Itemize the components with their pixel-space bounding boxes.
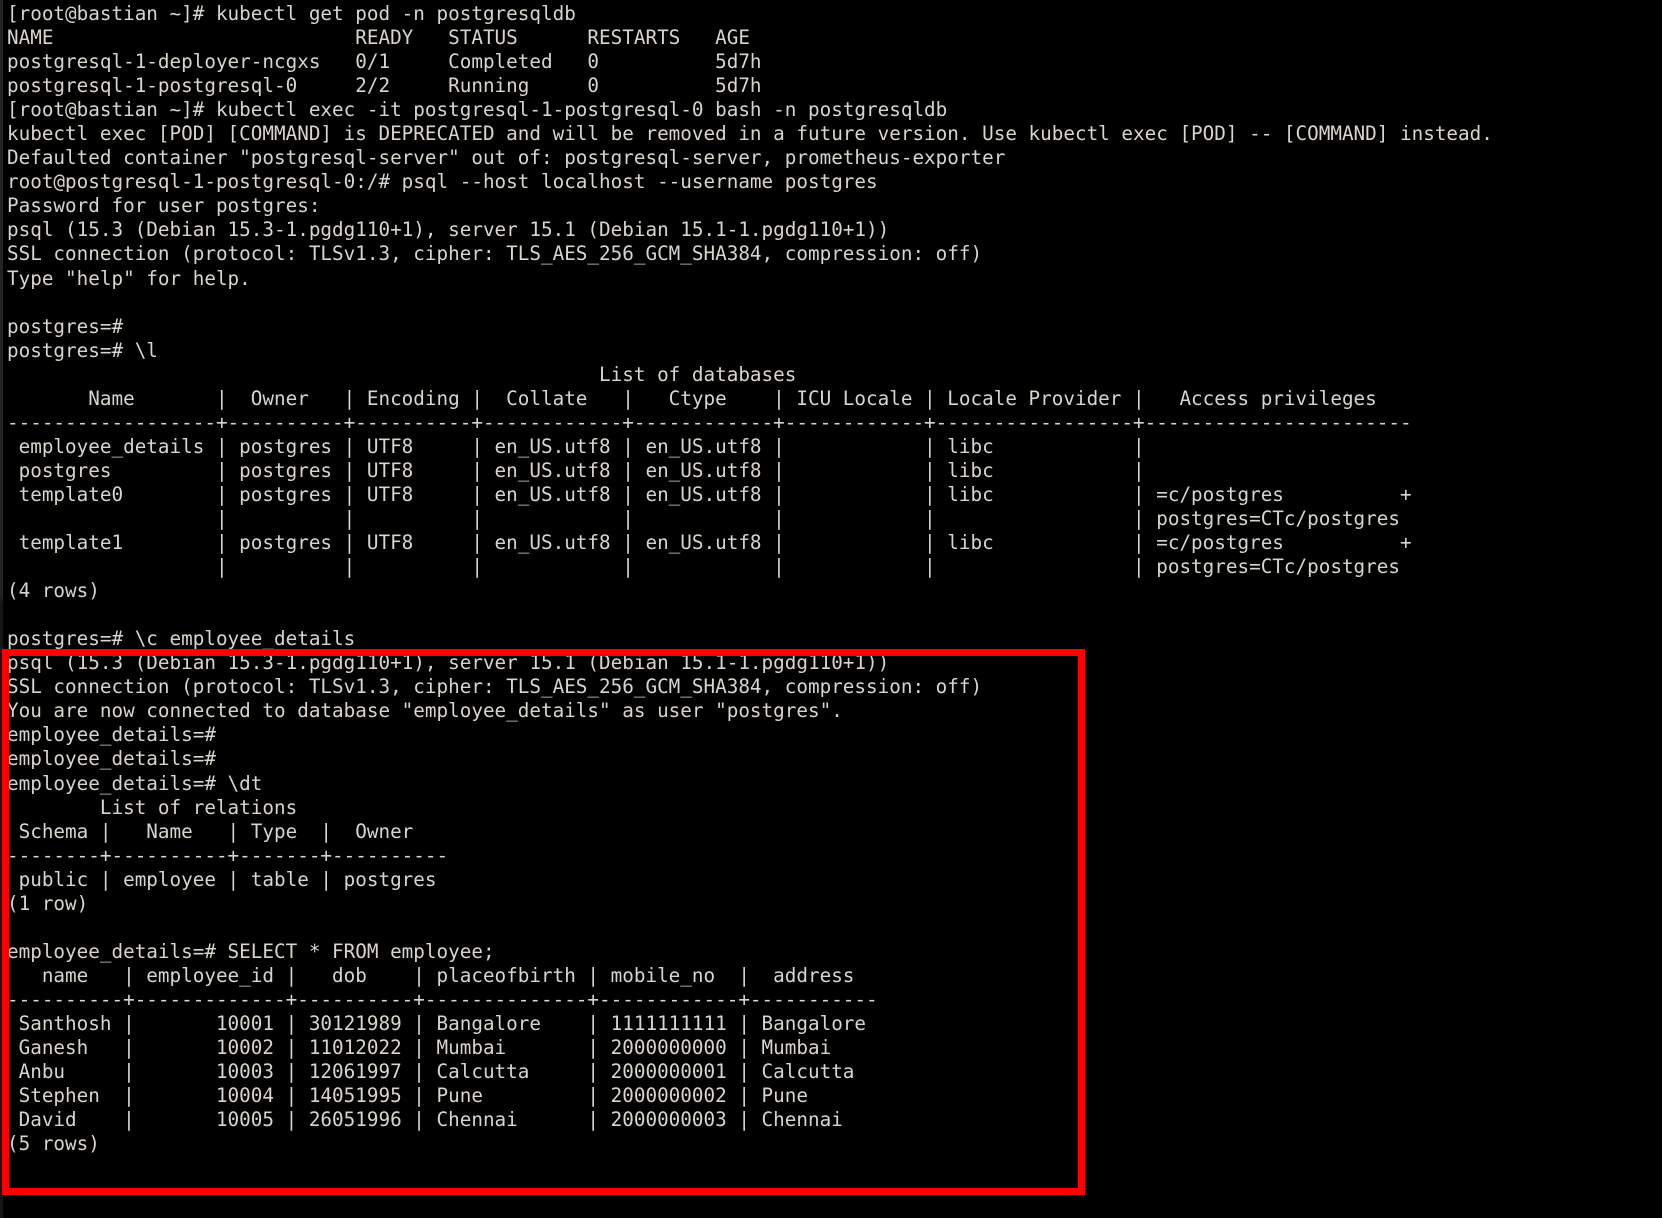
terminal-line: (5 rows): [7, 1132, 100, 1156]
terminal-line: template1 | postgres | UTF8 | en_US.utf8…: [7, 531, 1412, 555]
terminal-line: postgresql-1-postgresql-0 2/2 Running 0 …: [7, 74, 762, 98]
terminal-line: David | 10005 | 26051996 | Chennai | 200…: [7, 1108, 843, 1132]
terminal-line: postgres=# \l: [7, 338, 158, 362]
terminal-line: root@postgresql-1-postgresql-0:/# psql -…: [7, 170, 878, 194]
terminal-line: | | | | | | | postgres=CTc/postgres: [7, 555, 1400, 579]
terminal-line: public | employee | table | postgres: [7, 867, 437, 891]
terminal-line: List of relations: [7, 795, 298, 819]
terminal-line: postgres=# \c employee_details: [7, 627, 356, 651]
terminal-output-area[interactable]: [root@bastian ~]# kubectl get pod -n pos…: [7, 2, 1662, 1156]
terminal-line: employee_details=# \dt: [7, 771, 263, 795]
terminal-line: employee_details=# SELECT * FROM employe…: [7, 939, 495, 963]
terminal-line: Anbu | 10003 | 12061997 | Calcutta | 200…: [7, 1060, 855, 1084]
terminal-line: Ganesh | 10002 | 11012022 | Mumbai | 200…: [7, 1036, 832, 1060]
terminal-line: Name | Owner | Encoding | Collate | Ctyp…: [7, 386, 1377, 410]
terminal-line: | | | | | | | postgres=CTc/postgres: [7, 506, 1400, 530]
terminal-line: ----------+-------------+----------+----…: [7, 987, 878, 1011]
terminal-line: (1 row): [7, 891, 89, 915]
terminal-line: postgres | postgres | UTF8 | en_US.utf8 …: [7, 458, 1145, 482]
terminal-line: NAME READY STATUS RESTARTS AGE: [7, 26, 750, 50]
terminal-window[interactable]: [root@bastian ~]# kubectl get pod -n pos…: [0, 0, 1662, 1218]
terminal-line: employee_details=#: [7, 723, 216, 747]
terminal-line: SSL connection (protocol: TLSv1.3, ciphe…: [7, 242, 983, 266]
terminal-line: --------+----------+-------+----------: [7, 843, 449, 867]
terminal-line: Schema | Name | Type | Owner: [7, 819, 414, 843]
terminal-line: You are now connected to database "emplo…: [7, 699, 843, 723]
terminal-line: kubectl exec [POD] [COMMAND] is DEPRECAT…: [7, 122, 1493, 146]
terminal-line: psql (15.3 (Debian 15.3-1.pgdg110+1), se…: [7, 218, 890, 242]
terminal-line: employee_details | postgres | UTF8 | en_…: [7, 434, 1145, 458]
terminal-line: psql (15.3 (Debian 15.3-1.pgdg110+1), se…: [7, 651, 890, 675]
terminal-left-gutter: [0, 0, 3, 1218]
terminal-line: [root@bastian ~]# kubectl get pod -n pos…: [7, 2, 576, 25]
terminal-line: name | employee_id | dob | placeofbirth …: [7, 963, 855, 987]
terminal-line: postgresql-1-deployer-ncgxs 0/1 Complete…: [7, 50, 762, 74]
terminal-line: [root@bastian ~]# kubectl exec -it postg…: [7, 98, 948, 122]
terminal-line: Defaulted container "postgresql-server" …: [7, 146, 1006, 170]
terminal-line: Type "help" for help.: [7, 266, 251, 290]
terminal-line: Santhosh | 10001 | 30121989 | Bangalore …: [7, 1011, 867, 1035]
terminal-line: template0 | postgres | UTF8 | en_US.utf8…: [7, 482, 1412, 506]
terminal-line: ------------------+----------+----------…: [7, 410, 1412, 434]
terminal-line: employee_details=#: [7, 747, 216, 771]
terminal-line: postgres=#: [7, 314, 124, 338]
terminal-line: List of databases: [7, 362, 797, 386]
terminal-line: Stephen | 10004 | 14051995 | Pune | 2000…: [7, 1084, 808, 1108]
terminal-line: (4 rows): [7, 579, 100, 603]
terminal-line: Password for user postgres:: [7, 194, 321, 218]
terminal-line: SSL connection (protocol: TLSv1.3, ciphe…: [7, 675, 983, 699]
